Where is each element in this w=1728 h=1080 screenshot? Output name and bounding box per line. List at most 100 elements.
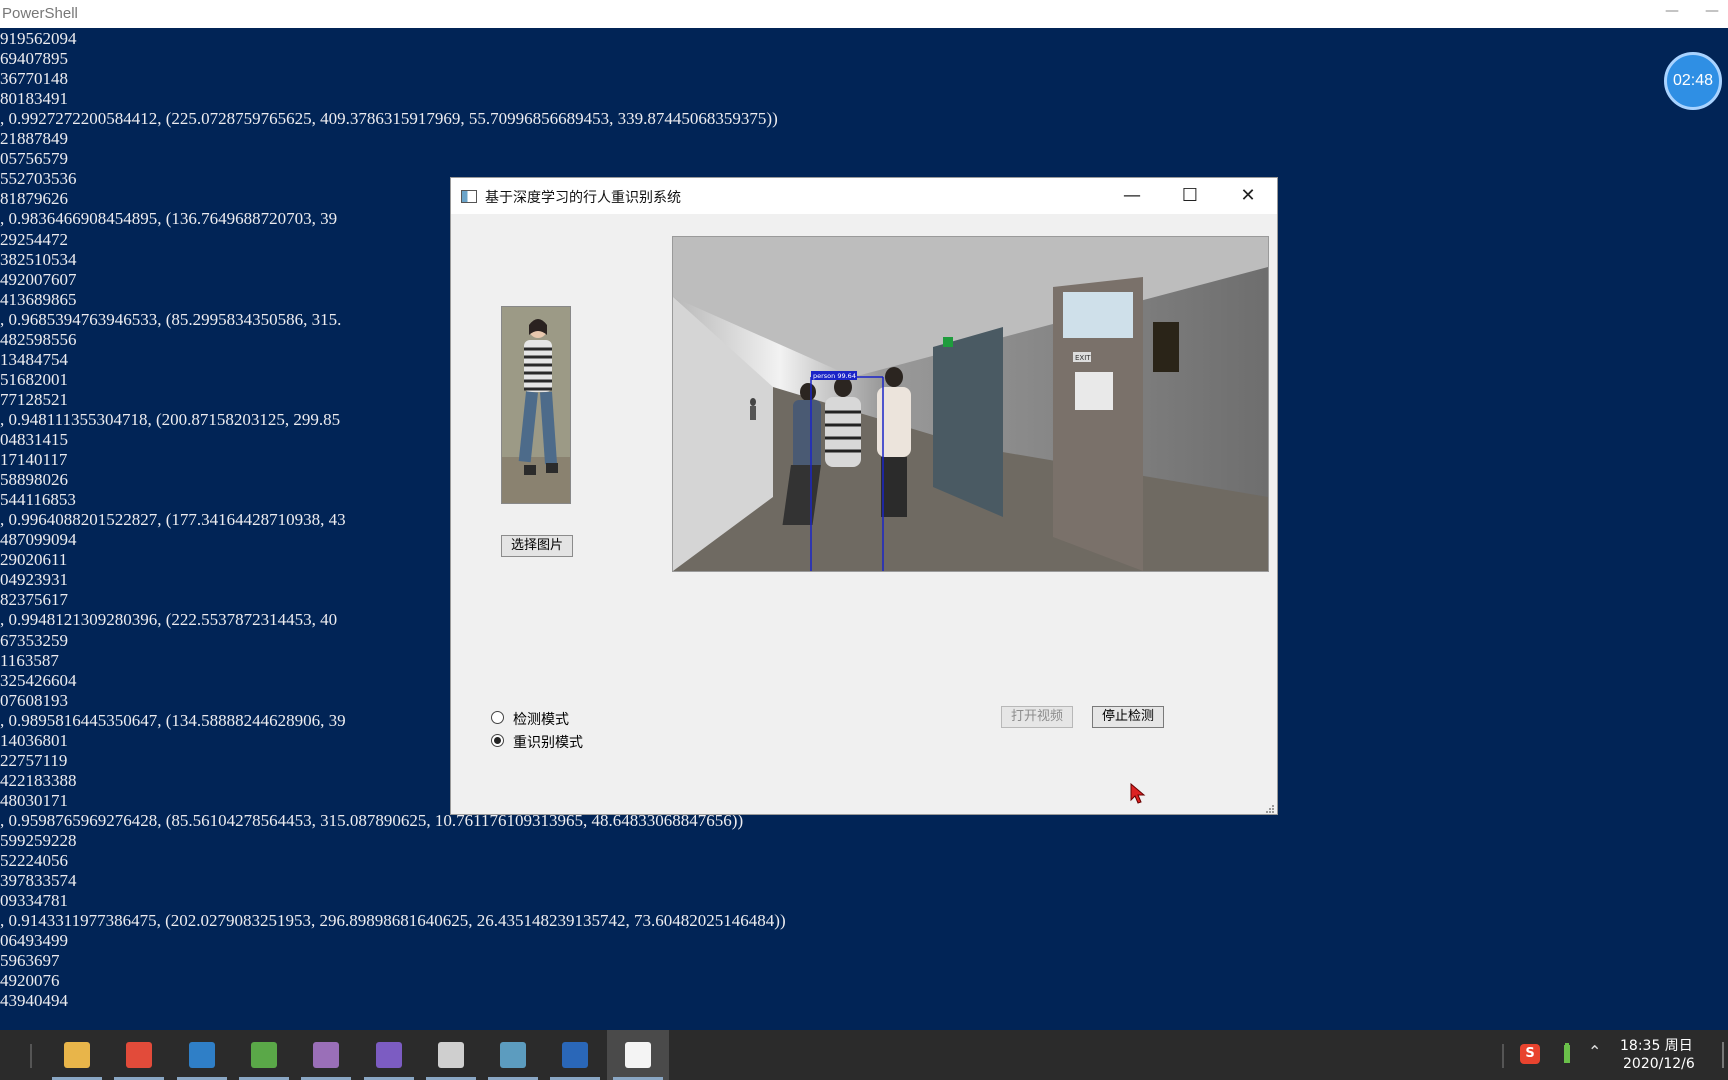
console-line: 5963697 [0,951,60,971]
taskbar-item-visual-studio[interactable] [358,1030,420,1080]
console-line: , 0.9927272200584412, (225.0728759765625… [0,109,778,129]
recording-timer[interactable]: 02:48 [1664,52,1722,110]
console-line: , 0.9948121309280396, (222.5537872314453… [0,610,338,630]
reid-mode-radio-indicator[interactable] [491,734,504,747]
console-line: 14036801 [0,730,68,750]
console-line: 413689865 [0,289,77,309]
query-person-illustration [502,307,570,503]
taskbar-item-photo-viewer[interactable] [295,1030,357,1080]
console-line: 82375617 [0,590,68,610]
console-line: 80183491 [0,89,68,109]
taskbar-item-chrome[interactable] [108,1030,170,1080]
show-desktop-button[interactable] [1722,1042,1724,1068]
app-minimize-button[interactable]: — [1103,178,1161,214]
powershell-title: PowerShell [2,5,78,22]
taskbar-separator [30,1044,32,1068]
powershell-titlebar: PowerShell — — [0,0,1728,28]
console-line: 58898026 [0,470,68,490]
notepad-icon [624,1042,651,1068]
console-line: 22757119 [0,750,68,770]
console-line: 04923931 [0,570,68,590]
console-line: , 0.9964088201522827, (177.3416442871093… [0,510,346,530]
console-line: 06493499 [0,931,68,951]
console-line: 51682001 [0,369,68,389]
console-line: 422183388 [0,770,77,790]
console-line: 13484754 [0,349,68,369]
ime-sogou-icon[interactable]: S [1520,1044,1540,1064]
tray-separator [1502,1044,1504,1068]
chrome-icon [126,1042,153,1068]
taskbar-item-vscode[interactable] [171,1030,233,1080]
console-line: 1163587 [0,650,59,670]
app-window-icon [461,190,477,203]
console-line: , 0.9895816445350647, (134.5888824462890… [0,710,346,730]
taskbar-item-paint[interactable] [233,1030,295,1080]
console-line: 07608193 [0,690,68,710]
console-line: , 0.9685394763946533, (85.2995834350586,… [0,309,342,329]
console-line: 17140117 [0,450,68,470]
exit-sign-text: EXIT [1075,354,1091,362]
taskbar-item-qt-window[interactable] [482,1030,544,1080]
console-line: 552703536 [0,169,77,189]
console-line: 67353259 [0,630,68,650]
console-line: 52224056 [0,851,68,871]
app-titlebar: 基于深度学习的行人重识别系统 — ☐ ✕ [451,178,1277,214]
console-line: 919562094 [0,29,77,48]
console-line: 48030171 [0,790,68,810]
reid-app-window: 基于深度学习的行人重识别系统 — ☐ ✕ 选择图片 EXIT person 99… [450,177,1278,815]
taskbar-item-person-app[interactable] [420,1030,482,1080]
powershell-icon [562,1042,589,1068]
detect-mode-radio-indicator[interactable] [491,711,504,724]
detect-mode-label: 检测模式 [513,712,569,728]
console-line: , 0.948111355304718, (200.87158203125, 2… [0,409,341,429]
detection-label: person 99.64 [813,372,856,380]
visual-studio-icon [375,1042,402,1068]
console-line: 36770148 [0,69,68,89]
console-line: 492007607 [0,269,77,289]
stop-detection-button[interactable]: 停止检测 [1092,706,1164,728]
console-line: 29254472 [0,229,68,249]
console-line: 482598556 [0,329,77,349]
taskbar-item-powershell[interactable] [544,1030,606,1080]
reid-mode-label: 重识别模式 [513,735,583,751]
console-line: 04831415 [0,430,68,449]
console-line: , 0.9836466908454895, (136.7649688720703… [0,209,338,229]
show-hidden-icons-icon[interactable]: ⌃ [1588,1042,1601,1061]
select-image-button[interactable]: 选择图片 [501,535,573,557]
corridor-video-frame: EXIT person 99.64 [673,237,1268,571]
app-maximize-button[interactable]: ☐ [1161,178,1219,214]
console-line: 325426604 [0,670,77,690]
resize-grip-icon[interactable] [1265,804,1275,814]
person-app-icon [437,1042,464,1068]
taskbar: S ⌃ 18:35 周日 2020/12/6 [0,1030,1728,1080]
console-line: 77128521 [0,389,68,409]
video-display: EXIT person 99.64 [672,236,1269,572]
console-line: 397833574 [0,871,77,891]
console-line: 487099094 [0,530,77,550]
console-line: 544116853 [0,490,76,510]
open-video-button[interactable]: 打开视频 [1001,706,1073,728]
taskbar-item-file-explorer[interactable] [46,1030,108,1080]
console-line: 29020611 [0,550,68,570]
qt-window-icon [500,1042,527,1068]
console-line: 382510534 [0,249,77,269]
app-title: 基于深度学习的行人重识别系统 [485,190,681,206]
powershell-close-button[interactable]: — [1705,3,1725,23]
console-line: 21887849 [0,129,68,149]
console-line: 4920076 [0,971,60,991]
console-line: 05756579 [0,149,68,169]
usb-device-icon[interactable] [1562,1043,1572,1065]
console-line: 43940494 [0,991,68,1011]
app-close-button[interactable]: ✕ [1219,178,1277,214]
file-explorer-icon [64,1042,90,1068]
console-line: 81879626 [0,189,68,209]
clock-time[interactable]: 18:35 周日 [1620,1035,1693,1055]
query-person-image [501,306,571,504]
powershell-minimize-button[interactable]: — [1665,3,1685,23]
console-line: 09334781 [0,891,68,911]
console-line: 599259228 [0,831,77,850]
paint-icon [250,1042,277,1068]
console-line: 69407895 [0,49,68,69]
clock-date[interactable]: 2020/12/6 [1623,1056,1695,1072]
taskbar-item-notepad[interactable] [606,1030,669,1080]
